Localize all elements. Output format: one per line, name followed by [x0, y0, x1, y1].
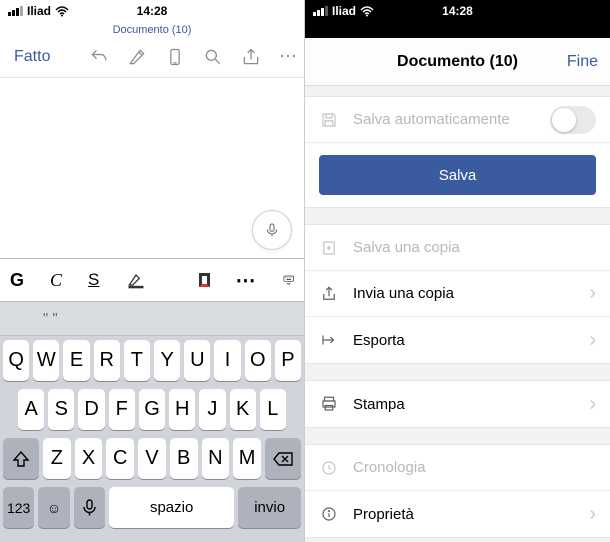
save-button[interactable]: Salva: [319, 155, 596, 195]
emoji-key[interactable]: ☺: [38, 487, 69, 528]
autosave-label: Salva automaticamente: [353, 111, 536, 128]
draw-icon[interactable]: [127, 47, 147, 67]
wifi-icon: [360, 6, 374, 17]
key-l[interactable]: L: [260, 389, 286, 430]
editor-toolbar: Fatto ⋯: [0, 36, 304, 78]
print-label: Stampa: [353, 396, 575, 413]
send-copy-icon: [319, 284, 339, 304]
key-v[interactable]: V: [138, 438, 166, 479]
sheet-header: Documento (10) Fine: [305, 38, 610, 86]
signal-icon: [313, 6, 328, 16]
export-row[interactable]: Esporta ›: [305, 317, 610, 363]
send-copy-row[interactable]: Invia una copia ›: [305, 271, 610, 317]
key-j[interactable]: J: [199, 389, 225, 430]
export-icon: [319, 330, 339, 350]
status-bar: Iliad 14:28: [0, 0, 304, 22]
color-button[interactable]: [199, 273, 209, 287]
chevron-right-icon: ›: [589, 282, 596, 305]
more-icon[interactable]: ⋯: [279, 46, 298, 67]
key-m[interactable]: M: [233, 438, 261, 479]
return-key[interactable]: invio: [238, 487, 301, 528]
print-row[interactable]: Stampa ›: [305, 381, 610, 427]
keyboard-toggle-icon[interactable]: [283, 270, 294, 290]
share-icon[interactable]: [241, 47, 261, 67]
key-u[interactable]: U: [184, 340, 210, 381]
key-x[interactable]: X: [75, 438, 103, 479]
key-k[interactable]: K: [230, 389, 256, 430]
key-z[interactable]: Z: [43, 438, 71, 479]
key-d[interactable]: D: [78, 389, 104, 430]
properties-label: Proprietà: [353, 506, 575, 523]
key-q[interactable]: Q: [3, 340, 29, 381]
key-t[interactable]: T: [124, 340, 150, 381]
carrier-label: Iliad: [332, 4, 356, 18]
dictation-fab[interactable]: [252, 210, 292, 250]
key-o[interactable]: O: [245, 340, 271, 381]
more-format-icon[interactable]: ⋯: [236, 268, 257, 293]
print-icon: [319, 394, 339, 414]
save-copy-label: Salva una copia: [353, 239, 596, 256]
key-w[interactable]: W: [33, 340, 59, 381]
key-a[interactable]: A: [18, 389, 44, 430]
document-canvas[interactable]: [0, 78, 304, 258]
save-copy-icon: [319, 238, 339, 258]
chevron-right-icon: ›: [589, 393, 596, 416]
chevron-right-icon: ›: [589, 329, 596, 352]
key-h[interactable]: H: [169, 389, 195, 430]
space-key[interactable]: spazio: [109, 487, 234, 528]
close-button[interactable]: Fine: [567, 53, 598, 71]
chevron-right-icon: ›: [589, 503, 596, 526]
bold-button[interactable]: G: [10, 270, 24, 291]
italic-button[interactable]: C: [50, 270, 62, 291]
format-bar: G C S ⋯: [0, 258, 304, 302]
autosave-switch[interactable]: [550, 106, 596, 134]
underline-button[interactable]: S: [88, 270, 99, 290]
key-c[interactable]: C: [106, 438, 134, 479]
key-y[interactable]: Y: [154, 340, 180, 381]
symbols-key[interactable]: 123: [3, 487, 34, 528]
properties-row[interactable]: Proprietà ›: [305, 491, 610, 537]
key-b[interactable]: B: [170, 438, 198, 479]
status-time: 14:28: [137, 4, 168, 18]
info-icon: [319, 504, 339, 524]
key-e[interactable]: E: [63, 340, 89, 381]
status-time: 14:28: [442, 4, 473, 18]
undo-icon[interactable]: [89, 47, 109, 67]
keyboard: " " Q W E R T Y U I O P A S D F G H J K …: [0, 302, 304, 542]
key-i[interactable]: I: [214, 340, 240, 381]
save-copy-row: Salva una copia: [305, 225, 610, 271]
wifi-icon: [55, 6, 69, 17]
backspace-key[interactable]: [265, 438, 301, 479]
search-icon[interactable]: [203, 47, 223, 67]
highlight-button[interactable]: [125, 270, 147, 290]
doc-title: Documento (10): [0, 22, 304, 36]
carrier-label: Iliad: [27, 4, 51, 18]
history-label: Cronologia: [353, 459, 596, 476]
history-icon: [319, 458, 339, 478]
key-r[interactable]: R: [94, 340, 120, 381]
suggestion-bar: " ": [0, 302, 304, 336]
mic-key[interactable]: [74, 487, 105, 528]
key-s[interactable]: S: [48, 389, 74, 430]
autosave-icon: [319, 110, 339, 130]
shift-key[interactable]: [3, 438, 39, 479]
key-f[interactable]: F: [109, 389, 135, 430]
history-row: Cronologia: [305, 445, 610, 491]
done-button[interactable]: Fatto: [6, 42, 58, 72]
sheet-title: Documento (10): [397, 53, 518, 71]
key-g[interactable]: G: [139, 389, 165, 430]
send-copy-label: Invia una copia: [353, 285, 575, 302]
key-n[interactable]: N: [202, 438, 230, 479]
signal-icon: [8, 6, 23, 16]
autosave-row: Salva automaticamente: [305, 97, 610, 143]
key-p[interactable]: P: [275, 340, 301, 381]
status-bar: Iliad 14:28: [305, 0, 610, 22]
mobile-view-icon[interactable]: [165, 47, 185, 67]
suggestion[interactable]: " ": [0, 310, 101, 327]
export-label: Esporta: [353, 332, 575, 349]
